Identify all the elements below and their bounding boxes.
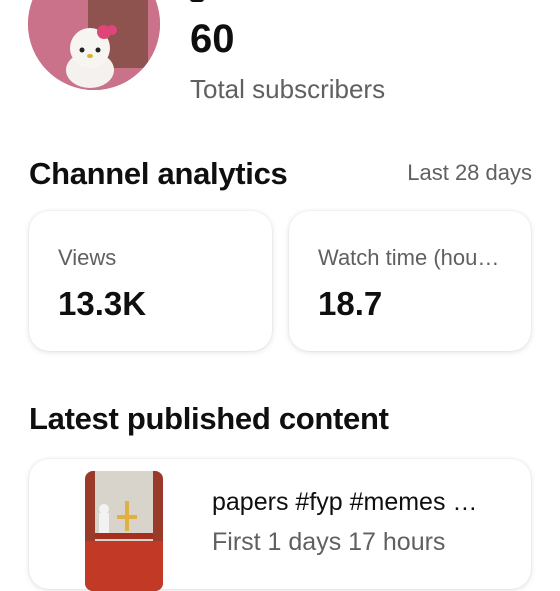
latest-video-card[interactable]: papers #fyp #memes … First 1 days 17 hou… bbox=[29, 459, 531, 591]
views-card[interactable]: Views 13.3K bbox=[29, 211, 272, 351]
views-value: 13.3K bbox=[58, 285, 147, 322]
channel-name-fragment bbox=[190, 0, 204, 2]
subscriber-count: 60 bbox=[190, 17, 235, 61]
views-label: Views bbox=[58, 246, 117, 270]
watch-time-card[interactable]: Watch time (hou… 18.7 bbox=[289, 211, 531, 351]
subscriber-label: Total subscribers bbox=[190, 74, 386, 104]
thumbnail-image bbox=[85, 471, 163, 591]
watch-time-value: 18.7 bbox=[318, 285, 383, 322]
avatar-image bbox=[28, 0, 160, 90]
watch-time-label: Watch time (hou… bbox=[318, 246, 500, 270]
video-title: papers #fyp #memes … bbox=[212, 488, 478, 516]
video-age: First 1 days 17 hours bbox=[212, 528, 446, 556]
channel-avatar[interactable] bbox=[28, 0, 160, 90]
date-range-label[interactable]: Last 28 days bbox=[407, 162, 532, 184]
latest-content-title: Latest published content bbox=[29, 401, 389, 436]
channel-analytics-title: Channel analytics bbox=[29, 156, 288, 191]
video-thumbnail[interactable] bbox=[85, 471, 163, 591]
